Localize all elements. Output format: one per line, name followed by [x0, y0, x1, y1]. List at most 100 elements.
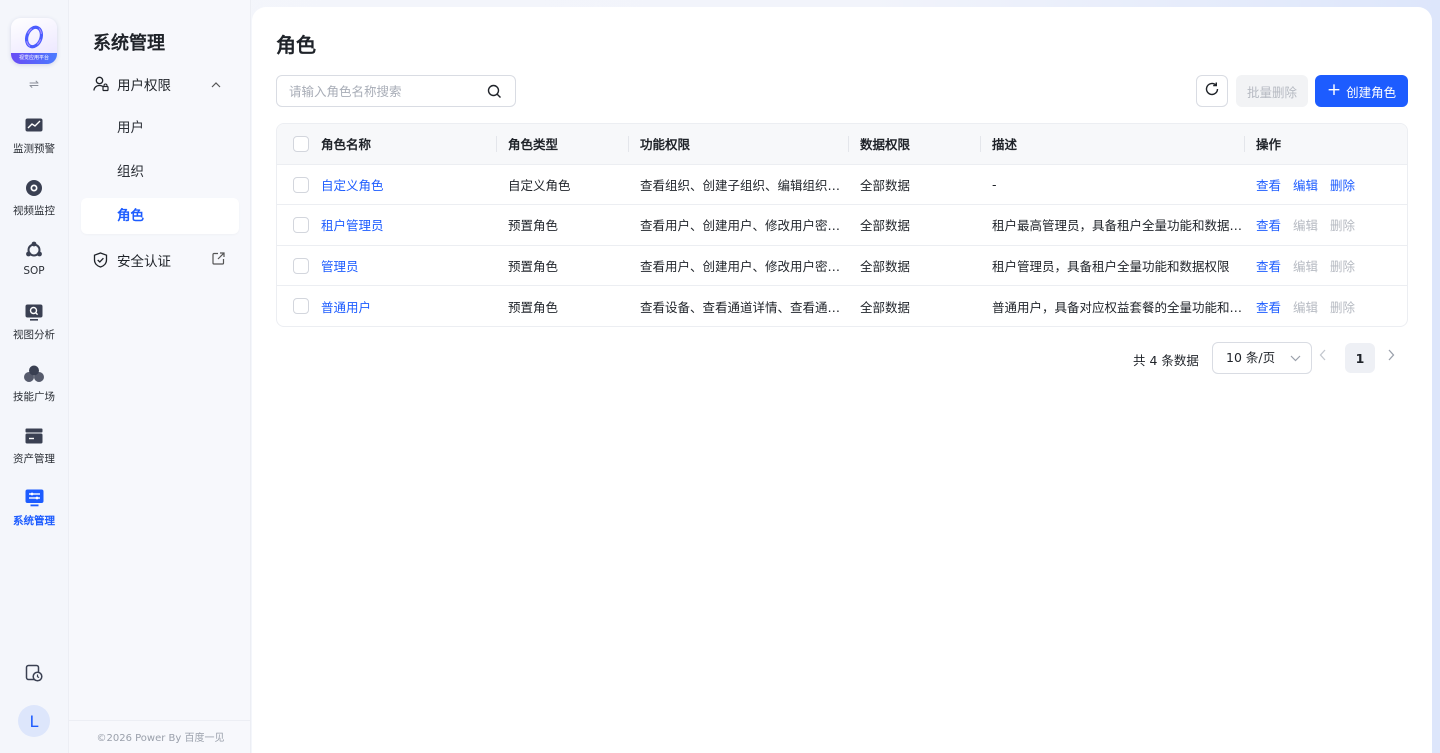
menu-group-user-permission[interactable]: 用户权限: [81, 66, 239, 102]
page-title: 角色: [276, 33, 316, 57]
page-size-select[interactable]: 10 条/页: [1212, 342, 1312, 374]
search-input[interactable]: [276, 75, 516, 107]
col-header-name: 角色名称: [321, 137, 372, 153]
main-content: 角色 批量删除 + 创建角色 角色名称: [252, 7, 1432, 753]
app-logo[interactable]: 视觉应用平台: [11, 18, 57, 64]
create-role-label: 创建角色: [1346, 84, 1397, 100]
footer-divider: [69, 720, 250, 721]
rail-item-label: 系统管理: [13, 515, 55, 527]
cell-data-permission: 全部数据: [860, 299, 911, 315]
cell-role-type: 自定义角色: [508, 177, 571, 193]
rail-item-label: 资产管理: [13, 453, 55, 465]
cell-func-permission: 查看组织、创建子组织、编辑组织…: [640, 177, 841, 193]
edit-action[interactable]: 编辑: [1293, 178, 1318, 193]
cell-data-permission: 全部数据: [860, 218, 911, 234]
rail-item-skills[interactable]: 技能广场: [4, 360, 64, 422]
cell-func-permission: 查看设备、查看通道详情、查看通…: [640, 299, 841, 315]
chevron-up-icon: [211, 78, 221, 91]
cell-description: -: [992, 176, 997, 192]
cell-role-name: 自定义角色: [309, 164, 496, 205]
table-row: 自定义角色 自定义角色 查看组织、创建子组织、编辑组织… 全部数据 - 查看 编辑…: [277, 164, 1407, 205]
rail-item-label: 监测预警: [13, 143, 55, 155]
view-action[interactable]: 查看: [1256, 259, 1281, 274]
logo-ring-icon: [24, 25, 44, 49]
copyright-text: ©2026 Power By 百度一见: [96, 733, 225, 744]
rail-item-video[interactable]: 视频监控: [4, 174, 64, 236]
edit-action-disabled[interactable]: 编辑: [1293, 300, 1318, 315]
menu-item-org[interactable]: 组织: [81, 154, 239, 190]
rail-item-label: SOP: [23, 265, 45, 277]
role-name-link[interactable]: 普通用户: [321, 300, 371, 315]
rail-item-view-analysis[interactable]: 视图分析: [4, 298, 64, 360]
col-header-data: 数据权限: [848, 124, 980, 164]
cell-func-permission: 查看用户、创建用户、修改用户密…: [640, 258, 841, 274]
edit-action-disabled[interactable]: 编辑: [1293, 218, 1318, 233]
cell-role-type: 预置角色: [508, 218, 559, 234]
history-icon[interactable]: [24, 663, 44, 683]
page-number-current[interactable]: 1: [1345, 343, 1375, 373]
cell-data-permission: 全部数据: [860, 177, 911, 193]
row-checkbox[interactable]: [293, 217, 309, 233]
row-select-cell: [277, 245, 309, 286]
select-all-cell: [277, 124, 309, 164]
page-size-value: 10 条/页: [1226, 350, 1276, 365]
role-name-link[interactable]: 管理员: [321, 259, 359, 274]
cell-role-type: 预置角色: [508, 299, 559, 315]
delete-action-disabled[interactable]: 删除: [1330, 218, 1355, 233]
col-header-actions: 操作: [1244, 124, 1407, 164]
prev-page-icon[interactable]: [1319, 349, 1327, 365]
view-action[interactable]: 查看: [1256, 178, 1281, 193]
role-name-link[interactable]: 自定义角色: [321, 178, 384, 193]
collapse-toggle-icon[interactable]: ⇌: [29, 76, 39, 92]
external-link-icon: [212, 251, 225, 269]
camera-icon: [24, 178, 44, 198]
delete-action-disabled[interactable]: 删除: [1330, 300, 1355, 315]
col-header-desc: 描述: [980, 124, 1244, 164]
row-select-cell: [277, 286, 309, 327]
table-row: 管理员 预置角色 查看用户、创建用户、修改用户密… 全部数据 租户管理员，具备租…: [277, 245, 1407, 286]
menu-item-label: 安全认证: [117, 254, 171, 270]
next-page-icon[interactable]: [1387, 349, 1395, 365]
rail-item-monitoring[interactable]: 监测预警: [4, 112, 64, 174]
cell-role-name: 普通用户: [309, 286, 496, 327]
submenu-title: 系统管理: [93, 33, 165, 54]
shield-check-icon: [93, 252, 109, 268]
row-checkbox[interactable]: [293, 176, 309, 193]
col-header-func: 功能权限: [628, 124, 848, 164]
row-checkbox[interactable]: [293, 257, 309, 274]
row-checkbox[interactable]: [293, 298, 309, 315]
refresh-button[interactable]: [1196, 75, 1228, 107]
table-row: 租户管理员 预置角色 查看用户、创建用户、修改用户密… 全部数据 租户最高管理员…: [277, 204, 1407, 246]
menu-item-roles[interactable]: 角色: [81, 198, 239, 234]
view-action[interactable]: 查看: [1256, 300, 1281, 315]
asset-icon: [24, 426, 44, 446]
plus-icon: +: [1326, 79, 1342, 100]
system-icon: [24, 488, 44, 508]
menu-item-security[interactable]: 安全认证: [81, 242, 239, 278]
rail-item-system[interactable]: 系统管理: [4, 484, 64, 546]
cell-actions: 查看 编辑 删除: [1244, 245, 1407, 286]
rail-item-assets[interactable]: 资产管理: [4, 422, 64, 484]
row-select-cell: [277, 164, 309, 205]
edit-action-disabled[interactable]: 编辑: [1293, 259, 1318, 274]
view-action[interactable]: 查看: [1256, 218, 1281, 233]
delete-action-disabled[interactable]: 删除: [1330, 259, 1355, 274]
batch-delete-button[interactable]: 批量删除: [1236, 75, 1308, 107]
rail-item-sop[interactable]: SOP: [4, 236, 64, 298]
delete-action[interactable]: 删除: [1330, 178, 1355, 193]
role-name-link[interactable]: 租户管理员: [321, 218, 384, 233]
skills-icon: [24, 364, 44, 384]
monitor-chart-icon: [24, 116, 44, 136]
select-all-checkbox[interactable]: [293, 136, 309, 152]
menu-item-users[interactable]: 用户: [81, 110, 239, 146]
user-avatar[interactable]: L: [18, 705, 50, 737]
create-role-button[interactable]: + 创建角色: [1315, 75, 1408, 107]
menu-group-label: 用户权限: [117, 78, 171, 94]
view-analysis-icon: [24, 302, 44, 322]
cell-role-name: 租户管理员: [309, 205, 496, 246]
rail-item-label: 技能广场: [13, 391, 55, 403]
cell-actions: 查看 编辑 删除: [1244, 286, 1407, 327]
search-icon[interactable]: [487, 84, 502, 99]
table-row: 普通用户 预置角色 查看设备、查看通道详情、查看通… 全部数据 普通用户，具备对…: [277, 285, 1407, 327]
user-lock-icon: [93, 76, 109, 92]
